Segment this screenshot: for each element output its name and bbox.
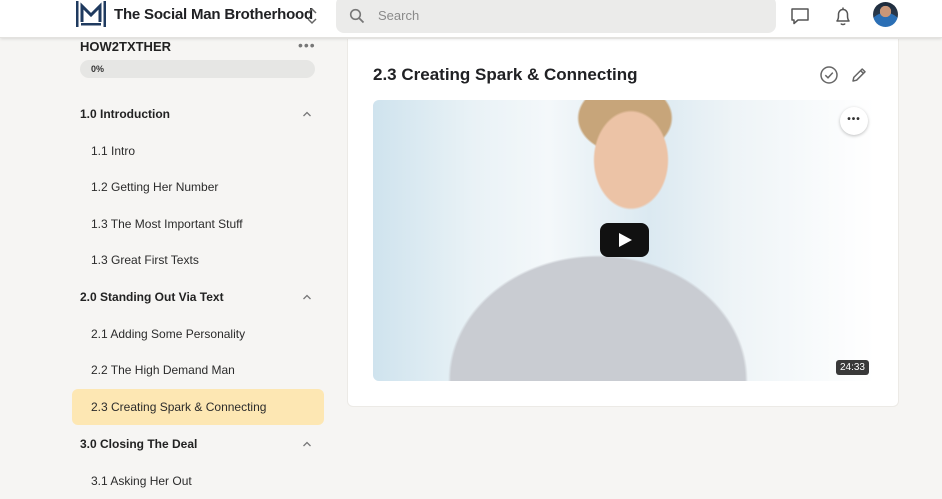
course-sidebar: HOW2TXTHER ••• 0% 1.0 Introduction 1.1 I… [72,37,324,499]
pencil-icon[interactable] [848,64,870,86]
lesson-label: 1.3 The Most Important Stuff [91,217,243,231]
module-introduction[interactable]: 1.0 Introduction [72,96,324,132]
lesson-item[interactable]: 2.1 Adding Some Personality [72,316,324,352]
chevron-up-down-icon[interactable] [303,5,321,27]
lesson-label: 2.2 The High Demand Man [91,363,235,377]
progress-percent: 0% [91,64,105,74]
lesson-item[interactable]: 3.1 Asking Her Out [72,463,324,499]
chat-bubble-icon[interactable] [789,5,811,27]
video-more-button[interactable]: ••• [840,107,868,135]
lesson-item[interactable]: 2.2 The High Demand Man [72,352,324,388]
lesson-label: 1.1 Intro [91,144,136,158]
play-button[interactable] [600,223,649,257]
search-input[interactable] [378,5,758,25]
module-label: 2.0 Standing Out Via Text [80,290,224,304]
lesson-label: 3.1 Asking Her Out [91,474,192,488]
lesson-card: 2.3 Creating Spark & Connecting ••• 24:3… [347,39,899,407]
lesson-title: 2.3 Creating Spark & Connecting [373,65,638,84]
course-menu-button[interactable]: ••• [298,37,316,53]
lesson-item[interactable]: 1.3 The Most Important Stuff [72,206,324,242]
bell-icon[interactable] [832,5,854,27]
chevron-up-icon[interactable] [301,438,313,450]
check-circle-icon[interactable] [818,64,840,86]
lesson-label: 2.3 Creating Spark & Connecting [91,400,267,414]
chevron-up-icon[interactable] [301,291,313,303]
lesson-item-active[interactable]: 2.3 Creating Spark & Connecting [72,389,324,425]
brand-name[interactable]: The Social Man Brotherhood [114,6,313,23]
play-icon [619,233,632,247]
module-label: 3.0 Closing The Deal [80,437,198,451]
chevron-up-icon[interactable] [301,108,313,120]
lesson-label: 1.3 Great First Texts [91,253,199,267]
search-icon [349,8,365,24]
module-standing-out[interactable]: 2.0 Standing Out Via Text [72,279,324,315]
more-icon: ••• [847,114,861,125]
video-player[interactable]: ••• 24:33 [373,100,875,381]
lesson-label: 1.2 Getting Her Number [91,180,219,194]
module-closing-the-deal[interactable]: 3.0 Closing The Deal [72,426,324,462]
lesson-item[interactable]: 1.3 Great First Texts [72,242,324,278]
course-progress-bar: 0% [80,60,315,78]
course-title: HOW2TXTHER [80,39,171,54]
top-bar: The Social Man Brotherhood [0,0,942,38]
lesson-item[interactable]: 1.1 Intro [72,133,324,169]
video-duration: 24:33 [835,360,869,375]
search-bar[interactable] [336,0,776,33]
lesson-label: 2.1 Adding Some Personality [91,327,246,341]
brand-logo[interactable] [75,1,107,27]
module-label: 1.0 Introduction [80,107,170,121]
user-avatar[interactable] [873,2,898,27]
lesson-item[interactable]: 1.2 Getting Her Number [72,169,324,205]
